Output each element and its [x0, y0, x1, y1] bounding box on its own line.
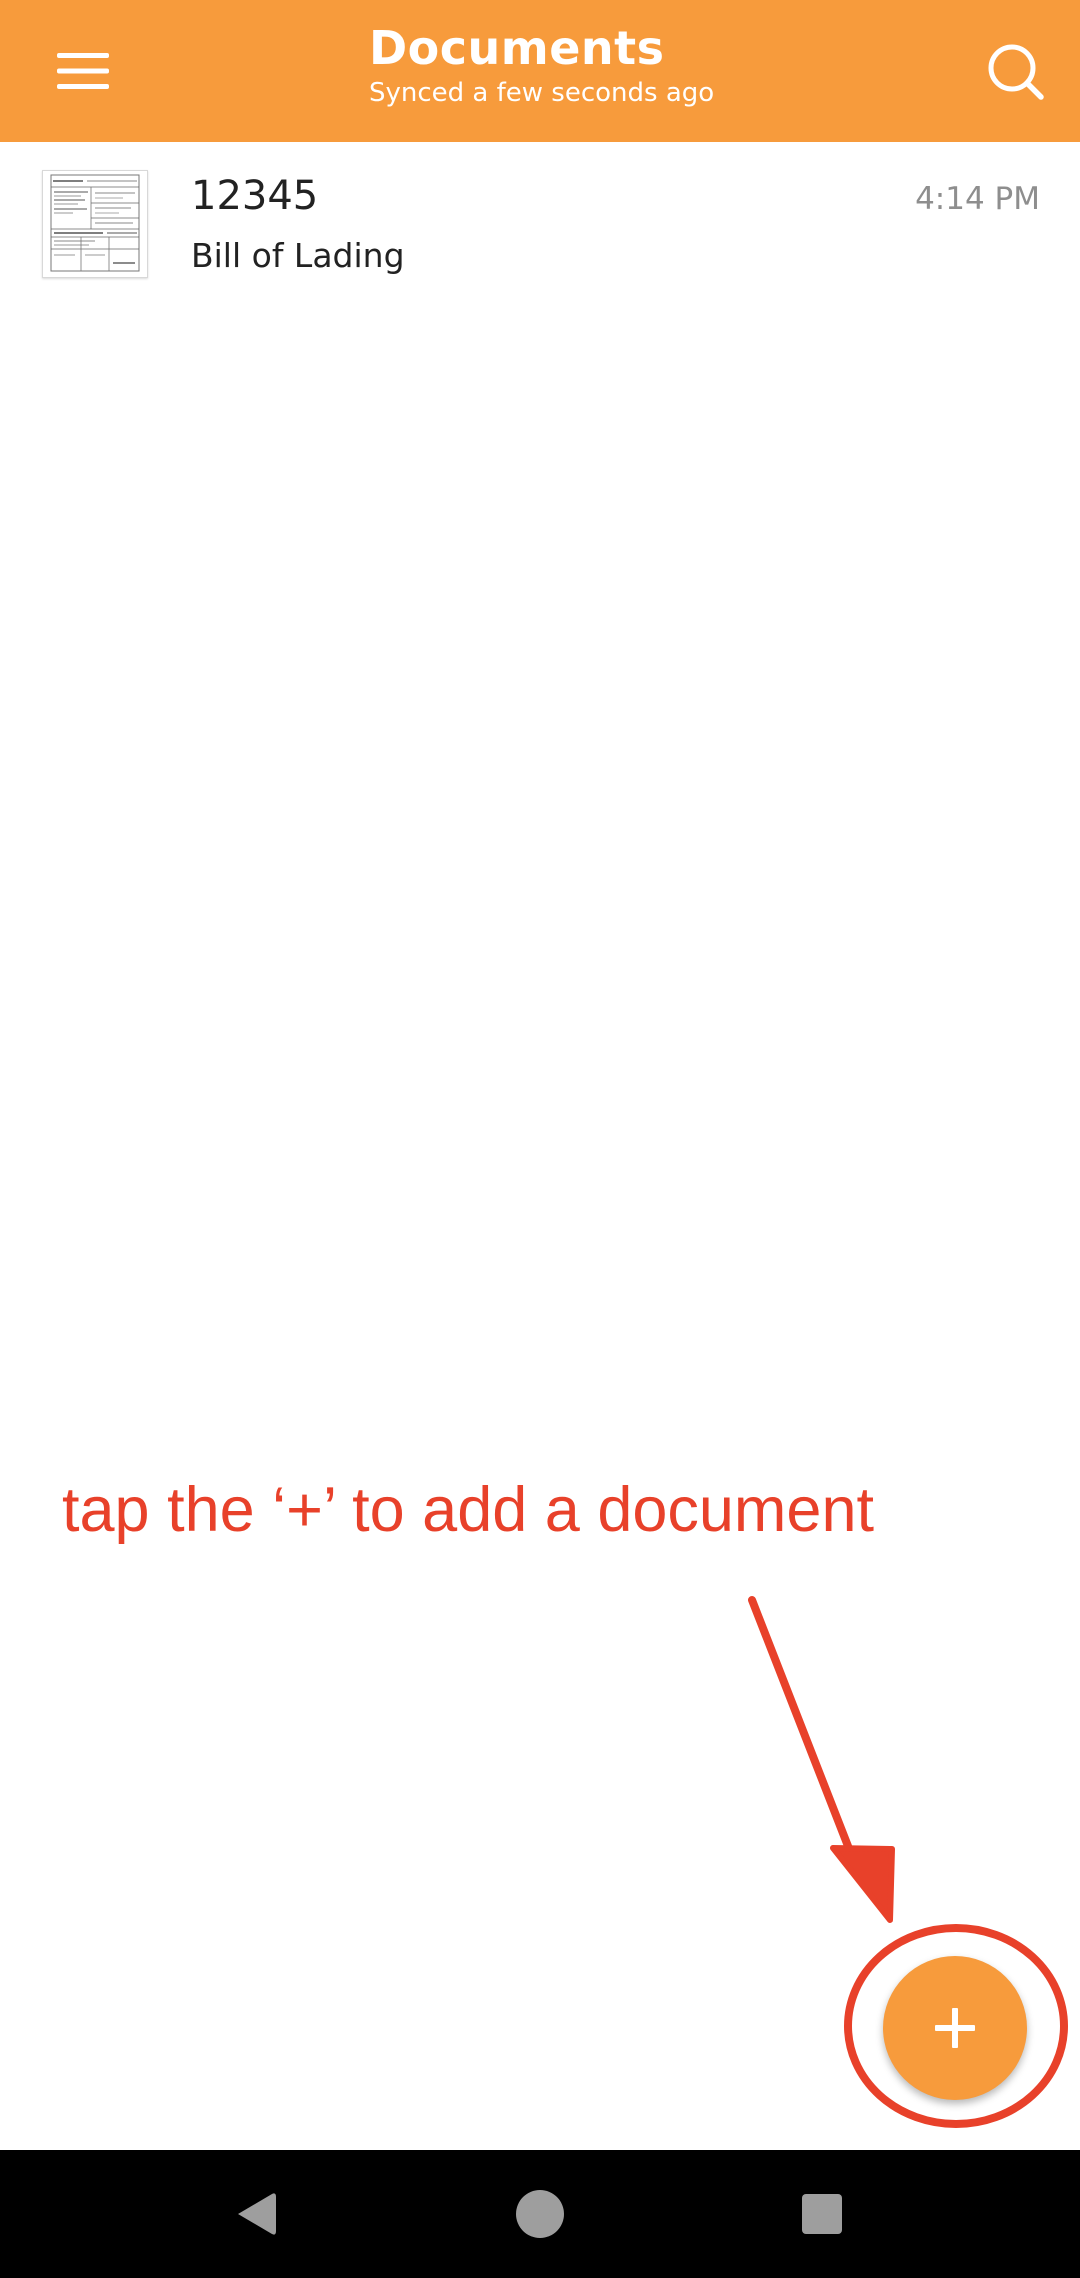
home-icon	[516, 2190, 564, 2238]
system-navigation-bar	[0, 2150, 1080, 2278]
app-bar: Documents Synced a few seconds ago	[0, 0, 1080, 142]
recents-button[interactable]	[762, 2150, 882, 2278]
document-title: 12345	[191, 173, 319, 219]
back-button[interactable]	[196, 2150, 316, 2278]
title-block: Documents Synced a few seconds ago	[369, 22, 714, 110]
hamburger-menu-icon	[57, 53, 109, 89]
search-button[interactable]	[974, 30, 1058, 114]
search-icon	[988, 44, 1044, 100]
recents-icon	[802, 2194, 842, 2234]
back-icon	[238, 2193, 276, 2235]
document-type: Bill of Lading	[191, 236, 405, 275]
document-list-item[interactable]: 12345 Bill of Lading 4:14 PM	[0, 142, 1080, 302]
page-title: Documents	[369, 21, 665, 75]
home-button[interactable]	[480, 2150, 600, 2278]
arrow-annotation	[748, 1596, 895, 1923]
document-timestamp: 4:14 PM	[915, 181, 1040, 217]
document-thumbnail	[42, 170, 148, 278]
annotation-overlay	[748, 1596, 1068, 2128]
instruction-annotation: tap the ‘+’ to add a document	[62, 1475, 874, 1545]
plus-icon	[935, 2008, 975, 2048]
add-document-button[interactable]	[883, 1956, 1027, 2100]
sync-status: Synced a few seconds ago	[369, 78, 715, 108]
menu-button[interactable]	[38, 34, 128, 108]
